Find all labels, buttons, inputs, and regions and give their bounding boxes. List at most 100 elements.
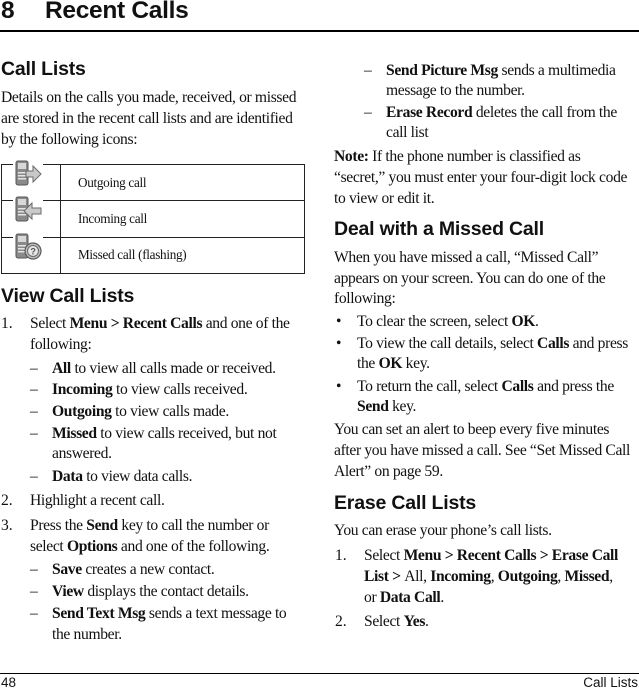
- step-text: Highlight a recent call.: [30, 492, 165, 509]
- option-desc: to view calls received, but not: [96, 425, 277, 442]
- bullet-item-cont: Send key.: [357, 396, 416, 417]
- option-item: Save creates a new contact.: [52, 559, 215, 580]
- text: To view the call details, select: [357, 335, 538, 352]
- key-name: OK: [511, 313, 536, 330]
- icon-label: Incoming call: [60, 200, 305, 238]
- intro-line: You can erase your phone’s call lists.: [334, 522, 552, 539]
- outgoing-call-icon: [13, 159, 43, 189]
- step-text: following:: [30, 336, 92, 353]
- option-name: Incoming: [52, 381, 113, 398]
- text: or: [364, 589, 380, 606]
- option-name: Missed: [564, 568, 610, 585]
- option-name: Data Call: [379, 589, 441, 606]
- step-text: or Data Call.: [364, 587, 444, 608]
- missed-call-icon: ?: [13, 231, 43, 262]
- dash-marker: –: [30, 583, 38, 600]
- intro-line: When you have missed a call, “Missed Cal…: [334, 249, 599, 266]
- key-name: Send: [86, 517, 118, 534]
- separator: ,: [490, 568, 498, 585]
- dash-marker: –: [30, 403, 38, 420]
- step-number: 2.: [1, 492, 13, 509]
- section-heading-call-lists: Call Lists: [1, 58, 86, 80]
- intro-line: are stored in the recent call lists and …: [1, 110, 293, 127]
- bullet-marker: •: [336, 313, 342, 330]
- note-label: Note:: [334, 148, 369, 165]
- text: key.: [402, 355, 430, 372]
- chapter-header: 8 Recent Calls: [0, 0, 639, 27]
- dash-marker: –: [30, 561, 38, 578]
- option-name: Erase Record: [386, 104, 473, 121]
- footer-section-title: Call Lists: [583, 675, 638, 690]
- text: .: [440, 589, 444, 606]
- incoming-call-icon: [13, 195, 43, 226]
- option-item: View displays the contact details.: [52, 581, 249, 602]
- option-name: Data: [52, 468, 83, 485]
- option-item: Send Text Msg sends a text message to: [52, 603, 287, 624]
- menu-path: Menu > Recent Calls > Erase Call: [403, 547, 619, 564]
- icon-table-row: ? Missed call (flashing): [1, 231, 305, 275]
- note-text: “secret,” you must enter your four-digit…: [334, 169, 628, 186]
- bullet-item: To return the call, select Calls and pre…: [357, 376, 614, 397]
- text: To clear the screen, select: [357, 313, 512, 330]
- alert-text: after you have missed a call. See “Set M…: [334, 442, 631, 459]
- text: To return the call, select: [357, 378, 502, 395]
- key-name: Send: [357, 398, 389, 415]
- text: key.: [388, 398, 417, 415]
- option-name: Incoming: [430, 568, 491, 585]
- step-text: select Options and one of the following.: [30, 536, 270, 557]
- option-item: Missed to view calls received, but not: [52, 423, 277, 444]
- alert-text: Alert” on page 59.: [334, 463, 443, 480]
- bullet-item-cont: the OK key.: [357, 353, 430, 374]
- menu-path: Menu > Recent Calls: [69, 315, 203, 332]
- step-number: 2.: [335, 613, 347, 630]
- text: Select: [30, 315, 70, 332]
- option-desc: deletes the call from the: [472, 104, 617, 121]
- intro-line: by the following icons:: [1, 131, 138, 148]
- note: Note: If the phone number is classified …: [334, 146, 581, 167]
- option-item: Data to view data calls.: [52, 466, 192, 487]
- step-text: Select Yes.: [364, 611, 429, 632]
- key-name: Calls: [537, 335, 570, 352]
- option-name: Yes: [403, 613, 426, 630]
- dash-marker: –: [364, 104, 372, 121]
- option-item: Incoming to view calls received.: [52, 379, 248, 400]
- option-item-cont: call list: [386, 124, 429, 141]
- section-heading-missed-call: Deal with a Missed Call: [334, 218, 544, 240]
- section-heading-view-call-lists: View Call Lists: [1, 285, 135, 307]
- option-item: All to view all calls made or received.: [52, 358, 276, 379]
- option-item-cont: message to the number.: [386, 82, 525, 99]
- step-text: Select Menu > Recent Calls and one of th…: [30, 313, 290, 334]
- option-name: View: [52, 583, 84, 600]
- chapter-title: Recent Calls: [45, 0, 189, 24]
- dash-marker: –: [30, 605, 38, 622]
- intro-line: appears on your screen. You can do one o…: [334, 270, 606, 287]
- option-desc: displays the contact details.: [83, 583, 249, 600]
- icon-cell: ?: [1, 231, 61, 275]
- text: key to call the number or: [117, 517, 269, 534]
- text: .: [425, 613, 429, 630]
- option-desc: to view data calls.: [82, 468, 193, 485]
- step-text: Select Menu > Recent Calls > Erase Call: [364, 545, 618, 566]
- option-item-cont: answered.: [52, 445, 112, 462]
- text: Press the: [30, 517, 87, 534]
- option-item: Send Picture Msg sends a multimedia: [386, 60, 616, 81]
- option-desc: to view all calls made or received.: [70, 360, 276, 377]
- option-name: Save: [52, 561, 82, 578]
- option-item: Outgoing to view calls made.: [52, 401, 229, 422]
- text: and press the: [533, 378, 614, 395]
- key-name: Calls: [501, 378, 534, 395]
- key-name: OK: [378, 355, 403, 372]
- text: and press: [569, 335, 629, 352]
- svg-text:?: ?: [30, 246, 35, 256]
- menu-name: Options: [66, 538, 118, 555]
- option-desc: to view calls received.: [112, 381, 248, 398]
- icon-label: Outgoing call: [60, 163, 305, 202]
- page-number: 48: [1, 675, 17, 690]
- option-name: Outgoing: [497, 568, 558, 585]
- chapter-number: 8: [1, 0, 15, 24]
- chapter-rule: [0, 30, 639, 32]
- option-name: All: [52, 360, 71, 377]
- text: the: [357, 355, 379, 372]
- option-name: Outgoing: [52, 403, 112, 420]
- text: Select: [364, 613, 404, 630]
